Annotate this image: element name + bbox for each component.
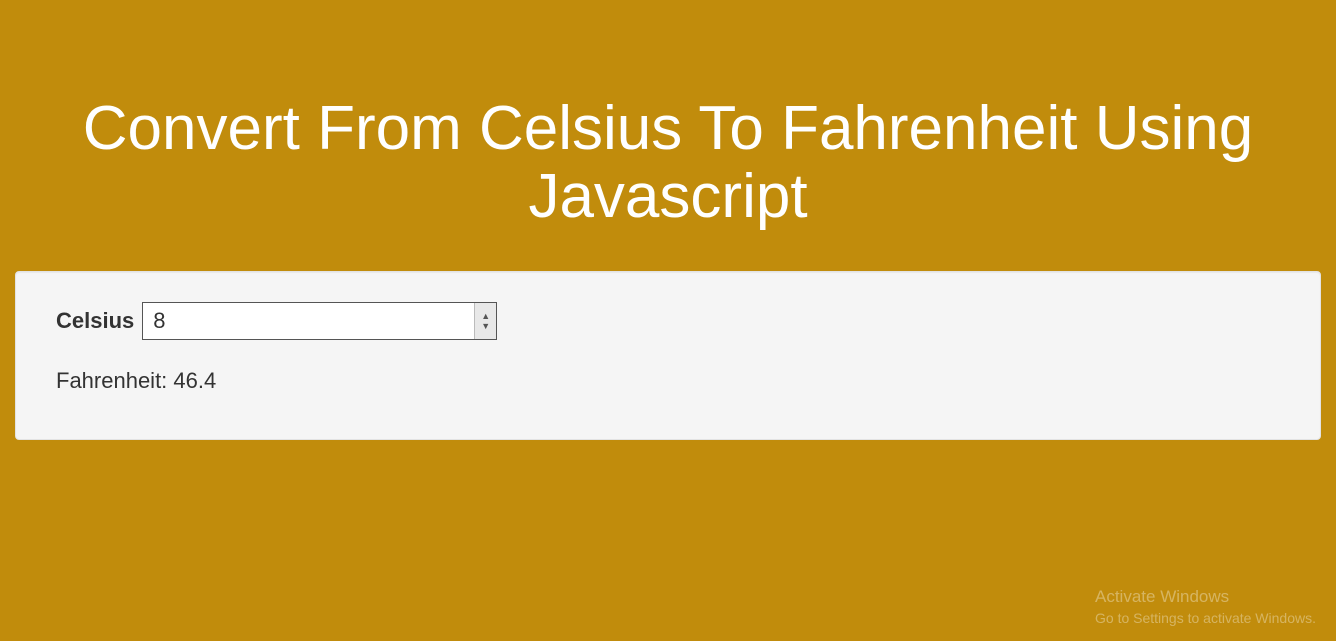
fahrenheit-value: 46.4 <box>173 368 216 393</box>
number-spinner[interactable]: ▲ ▼ <box>474 303 496 339</box>
fahrenheit-label: Fahrenheit: <box>56 368 167 393</box>
celsius-input-value[interactable]: 8 <box>143 308 474 334</box>
celsius-row: Celsius 8 ▲ ▼ <box>56 302 1280 340</box>
spinner-down-icon[interactable]: ▼ <box>481 321 490 331</box>
fahrenheit-result: Fahrenheit: 46.4 <box>56 368 1280 394</box>
watermark-subtitle: Go to Settings to activate Windows. <box>1095 609 1316 629</box>
converter-panel: Celsius 8 ▲ ▼ Fahrenheit: 46.4 <box>15 271 1321 440</box>
celsius-label: Celsius <box>56 308 134 334</box>
celsius-input[interactable]: 8 ▲ ▼ <box>142 302 497 340</box>
spinner-up-icon[interactable]: ▲ <box>481 311 490 321</box>
page-title: Convert From Celsius To Fahrenheit Using… <box>0 0 1336 271</box>
windows-activation-watermark: Activate Windows Go to Settings to activ… <box>1095 585 1316 629</box>
watermark-title: Activate Windows <box>1095 585 1316 609</box>
